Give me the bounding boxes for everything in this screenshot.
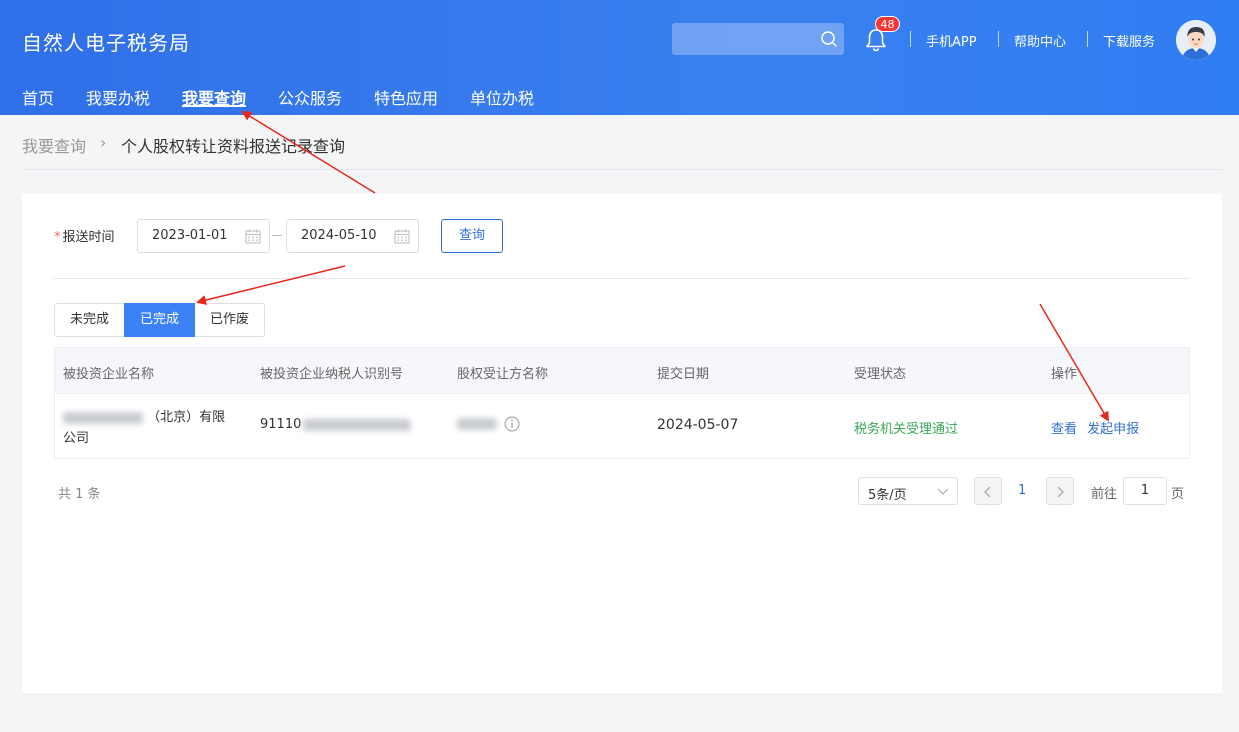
page-title: 个人股权转让资料报送记录查询	[121, 137, 346, 156]
mobile-app-link[interactable]: 手机APP	[926, 31, 977, 50]
page-size-value: 5条/页	[868, 488, 907, 503]
status-tabs: 未完成 已完成 已作废	[54, 303, 266, 337]
column-header: 被投资企业名称	[63, 367, 155, 382]
current-page-number[interactable]: 1	[1018, 483, 1026, 498]
search-icon[interactable]	[820, 30, 838, 48]
filter-divider	[54, 278, 1190, 279]
tab-incomplete[interactable]: 未完成	[54, 303, 126, 337]
redacted-text	[303, 418, 412, 431]
start-date-picker[interactable]: 2023-01-01	[137, 219, 270, 253]
breadcrumb-divider	[22, 169, 1222, 170]
end-date-picker[interactable]: 2024-05-10	[286, 219, 419, 253]
nav-featured-apps[interactable]: 特色应用	[374, 85, 438, 109]
actions-cell: 查看 发起申报	[1051, 418, 1139, 437]
search-box[interactable]	[672, 23, 844, 55]
next-page-button[interactable]	[1046, 477, 1074, 505]
top-header: 自然人电子税务局 48 手机APP 帮助中心 下载服务 首页 我要办税 我要查询	[0, 0, 1239, 115]
submit-time-label: * 报送时间	[54, 226, 115, 245]
tab-voided[interactable]: 已作废	[194, 303, 266, 337]
company-name-suffix: （北京）有限	[147, 410, 226, 425]
header-divider	[1087, 31, 1088, 47]
redacted-text	[63, 411, 143, 424]
notification-badge: 48	[875, 16, 900, 32]
user-avatar[interactable]	[1176, 20, 1216, 60]
main-panel: * 报送时间 2023-01-01 2024-05-10 查询 未完成 已完成 已…	[22, 194, 1222, 693]
prev-page-button[interactable]	[974, 477, 1002, 505]
search-input[interactable]	[680, 27, 820, 51]
nav-query[interactable]: 我要查询	[182, 85, 247, 109]
chevron-right-icon	[1057, 486, 1064, 498]
total-count: 共 1 条	[58, 487, 101, 502]
breadcrumb: 我要查询 › 个人股权转让资料报送记录查询	[22, 133, 345, 157]
company-name-line2: 公司	[63, 431, 90, 446]
view-link[interactable]: 查看	[1051, 422, 1077, 437]
column-header: 受理状态	[854, 367, 907, 382]
query-button[interactable]: 查询	[441, 219, 503, 253]
date-range-separator	[272, 235, 282, 236]
start-date-value: 2023-01-01	[152, 228, 228, 243]
company-name-cell: （北京）有限	[63, 406, 225, 425]
download-service-link[interactable]: 下载服务	[1103, 31, 1155, 50]
tax-id-cell: 91110	[260, 417, 412, 432]
calendar-icon	[245, 229, 261, 244]
info-icon[interactable]	[504, 416, 520, 432]
status-cell: 税务机关受理通过	[854, 422, 959, 437]
submit-date-cell: 2024-05-07	[657, 417, 739, 433]
initiate-declaration-link[interactable]: 发起申报	[1087, 422, 1139, 437]
end-date-value: 2024-05-10	[301, 228, 377, 243]
required-mark: *	[54, 230, 61, 245]
page-size-select[interactable]: 5条/页	[858, 477, 958, 505]
column-header: 股权受让方名称	[457, 367, 549, 382]
column-header: 提交日期	[657, 367, 710, 382]
page-suffix-label: 页	[1171, 487, 1185, 502]
tab-completed[interactable]: 已完成	[124, 303, 196, 337]
tax-id-prefix: 91110	[260, 417, 302, 432]
table-header: 被投资企业名称 被投资企业纳税人识别号 股权受让方名称 提交日期 受理状态 操作	[55, 348, 1189, 394]
nav-home[interactable]: 首页	[22, 85, 54, 109]
breadcrumb-separator: ›	[100, 133, 107, 152]
table-row: （北京）有限 公司 91110 2024-05-07 税务机关受理通过 查看 发…	[55, 394, 1189, 458]
breadcrumb-parent[interactable]: 我要查询	[22, 137, 86, 156]
transferee-cell	[457, 416, 520, 432]
avatar-icon	[1176, 20, 1216, 60]
chevron-left-icon	[984, 486, 991, 498]
chevron-down-icon	[937, 488, 949, 495]
help-center-link[interactable]: 帮助中心	[1014, 31, 1066, 50]
submit-time-label-text: 报送时间	[62, 230, 115, 245]
header-divider	[910, 31, 911, 47]
nav-file-tax[interactable]: 我要办税	[86, 85, 150, 109]
records-table: 被投资企业名称 被投资企业纳税人识别号 股权受让方名称 提交日期 受理状态 操作…	[54, 347, 1190, 459]
site-title[interactable]: 自然人电子税务局	[22, 27, 190, 56]
nav-public-service[interactable]: 公众服务	[278, 85, 342, 109]
column-header: 操作	[1051, 367, 1078, 382]
header-divider	[998, 31, 999, 47]
goto-page-input[interactable]: 1	[1123, 477, 1167, 505]
column-header: 被投资企业纳税人识别号	[260, 367, 404, 382]
nav-employer-tax[interactable]: 单位办税	[470, 85, 534, 109]
calendar-icon	[394, 229, 410, 244]
redacted-text	[457, 418, 497, 430]
goto-label: 前往	[1091, 487, 1118, 502]
